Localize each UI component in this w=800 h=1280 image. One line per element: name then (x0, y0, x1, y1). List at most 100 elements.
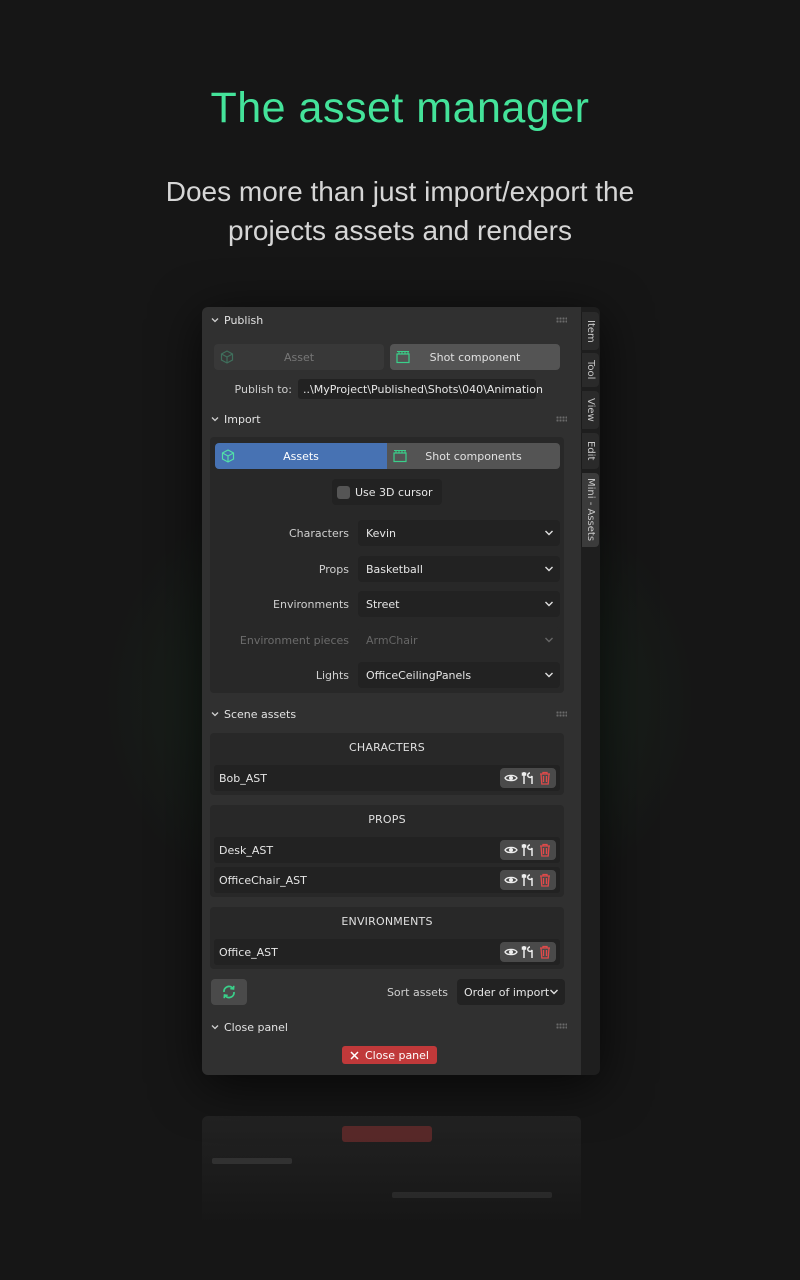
tools-icon[interactable] (521, 843, 535, 857)
eye-icon[interactable] (503, 843, 518, 857)
tab-item[interactable]: Item (581, 312, 599, 350)
eye-icon[interactable] (503, 873, 518, 887)
publish-to-path-field[interactable]: ..\MyProject\Published\Shots\040\Animati… (298, 379, 543, 399)
characters-label: Characters (288, 527, 349, 540)
trash-icon[interactable] (538, 873, 552, 887)
environments-group: ENVIRONMENTS Office_AST (210, 907, 564, 969)
list-item[interactable]: Bob_AST (214, 765, 560, 791)
environments-dropdown[interactable]: Street (358, 591, 560, 617)
publish-shot-component-label: Shot component (429, 350, 521, 364)
tab-tool[interactable]: Tool (581, 353, 599, 387)
tools-icon[interactable] (521, 945, 535, 959)
tab-edit[interactable]: Edit (581, 433, 599, 469)
tab-edit-label: Edit (585, 441, 596, 461)
asset-name: Desk_AST (219, 843, 274, 857)
refresh-button[interactable] (211, 979, 247, 1005)
reflection-sort-row (392, 1192, 552, 1198)
tab-item-label: Item (585, 319, 596, 343)
publish-asset-label: Asset (283, 350, 315, 364)
chevron-down-icon (211, 712, 219, 717)
trash-icon[interactable] (538, 945, 552, 959)
tab-mini-assets[interactable]: Mini - Assets (581, 473, 599, 547)
publish-section-header[interactable]: Publish (210, 310, 263, 330)
reflection-close-button (342, 1126, 432, 1142)
tab-view[interactable]: View (581, 391, 599, 429)
import-tab-assets[interactable]: Assets (215, 443, 387, 469)
lights-dropdown[interactable]: OfficeCeilingPanels (358, 662, 560, 688)
asset-name: Bob_AST (219, 771, 267, 785)
tab-mini-assets-label: Mini - Assets (585, 478, 596, 542)
characters-dropdown[interactable]: Kevin (358, 520, 560, 546)
characters-group-title: CHARACTERS (349, 741, 425, 754)
props-value: Basketball (366, 562, 423, 576)
import-header-label: Import (224, 412, 261, 426)
scene-assets-section-header[interactable]: Scene assets (210, 704, 296, 724)
trash-icon[interactable] (538, 843, 552, 857)
page-title: The asset manager (210, 84, 590, 132)
page-subtitle: Does more than just import/export the pr… (165, 176, 635, 246)
publish-header-label: Publish (224, 313, 264, 327)
environments-group-title: ENVIRONMENTS (341, 915, 433, 928)
drag-handle-icon[interactable] (556, 317, 567, 323)
tools-icon[interactable] (521, 873, 535, 887)
characters-group: CHARACTERS Bob_AST (210, 733, 564, 795)
checkbox-icon (337, 485, 350, 499)
clapperboard-icon (393, 449, 407, 463)
import-tab-shot-components-label: Shot components (425, 449, 522, 463)
asset-row-actions (500, 942, 556, 962)
props-group: PROPS Desk_AST OfficeChair_AST (210, 805, 564, 897)
tab-view-label: View (585, 398, 596, 422)
trash-icon[interactable] (538, 771, 552, 785)
props-group-title: PROPS (368, 813, 406, 826)
tab-tool-label: Tool (585, 360, 596, 380)
list-item[interactable]: Office_AST (214, 939, 560, 965)
use-3d-cursor-checkbox[interactable]: Use 3D cursor (332, 479, 442, 505)
chevron-down-icon (550, 989, 558, 995)
publish-to-label: Publish to: (234, 383, 292, 396)
import-subpanel: Assets Shot components Use 3D cursor Cha… (210, 437, 564, 693)
characters-value: Kevin (366, 526, 396, 540)
chevron-down-icon (545, 566, 553, 572)
use-3d-cursor-label: Use 3D cursor (355, 485, 433, 499)
chevron-down-icon (211, 318, 219, 323)
list-item[interactable]: OfficeChair_AST (214, 867, 560, 893)
environment-pieces-label: Environment pieces (239, 634, 349, 647)
eye-icon[interactable] (503, 945, 518, 959)
props-dropdown[interactable]: Basketball (358, 556, 560, 582)
list-item[interactable]: Desk_AST (214, 837, 560, 863)
close-panel-button-label: Close panel (365, 1048, 429, 1062)
close-panel-section-header[interactable]: Close panel (210, 1017, 288, 1037)
environment-pieces-value: ArmChair (366, 633, 418, 647)
cube-icon (220, 350, 234, 364)
close-icon (350, 1050, 359, 1060)
refresh-icon (223, 985, 235, 999)
publish-asset-button[interactable]: Asset (214, 344, 384, 370)
drag-handle-icon[interactable] (556, 416, 567, 422)
publish-shot-component-button[interactable]: Shot component (390, 344, 560, 370)
chevron-down-icon (211, 417, 219, 422)
close-panel-button[interactable]: Close panel (342, 1046, 437, 1064)
asset-manager-panel: Publish Asset Shot component Publish to:… (202, 307, 581, 1075)
asset-name: Office_AST (219, 945, 278, 959)
chevron-down-icon (545, 530, 553, 536)
drag-handle-icon[interactable] (556, 711, 567, 717)
sort-assets-label: Sort assets (386, 986, 448, 999)
chevron-down-icon (545, 637, 553, 643)
drag-handle-icon[interactable] (556, 1023, 567, 1029)
chevron-down-icon (545, 601, 553, 607)
sort-assets-dropdown[interactable]: Order of import (457, 979, 565, 1005)
asset-name: OfficeChair_AST (219, 873, 307, 887)
asset-row-actions (500, 870, 556, 890)
side-tab-strip: Item Tool View Edit Mini - Assets (581, 307, 600, 1075)
import-section-header[interactable]: Import (210, 409, 261, 429)
chevron-down-icon (545, 672, 553, 678)
import-tab-shot-components[interactable]: Shot components (387, 443, 560, 469)
environments-value: Street (366, 597, 400, 611)
eye-icon[interactable] (503, 771, 518, 785)
scene-assets-header-label: Scene assets (224, 707, 297, 721)
sort-assets-value: Order of import (464, 985, 550, 999)
environments-label: Environments (273, 598, 349, 611)
asset-row-actions (500, 840, 556, 860)
reflection-header (212, 1158, 292, 1164)
tools-icon[interactable] (521, 771, 535, 785)
